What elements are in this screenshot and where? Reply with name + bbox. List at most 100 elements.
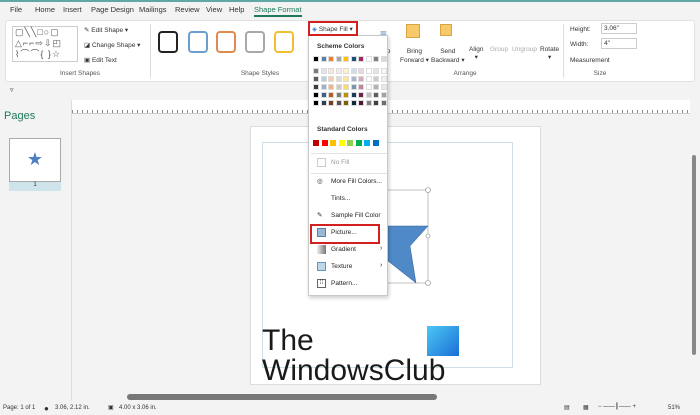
color-swatch[interactable] — [335, 84, 342, 90]
horizontal-scroll-thumb[interactable] — [127, 394, 437, 400]
color-swatch[interactable] — [380, 56, 387, 62]
zoom-slider[interactable]: − ——┃—— + — [598, 403, 636, 410]
color-swatch[interactable] — [328, 100, 334, 106]
standard-color-swatch[interactable] — [321, 140, 328, 146]
color-swatch[interactable] — [343, 76, 349, 82]
width-input[interactable]: 4" — [601, 38, 637, 49]
standard-color-swatch[interactable] — [355, 140, 362, 146]
single-page-view-icon[interactable]: ▤ — [564, 404, 570, 411]
standard-color-swatch[interactable] — [347, 140, 353, 146]
color-swatch[interactable] — [313, 84, 319, 90]
color-swatch[interactable] — [350, 56, 357, 62]
standard-color-swatch[interactable] — [364, 140, 370, 146]
page-indicator[interactable]: Page: 1 of 1 — [3, 405, 35, 411]
color-swatch[interactable] — [365, 56, 372, 62]
tab-shape-format[interactable]: Shape Format — [254, 5, 302, 17]
vertical-scroll-thumb[interactable] — [692, 155, 696, 355]
color-swatch[interactable] — [380, 92, 387, 98]
color-swatch[interactable] — [365, 68, 372, 74]
color-swatch[interactable] — [373, 68, 379, 74]
color-swatch[interactable] — [358, 76, 364, 82]
height-input[interactable]: 3.06" — [601, 23, 637, 34]
color-swatch[interactable] — [320, 84, 327, 90]
shape-style-4[interactable] — [245, 31, 265, 53]
color-swatch[interactable] — [320, 68, 327, 74]
color-swatch[interactable] — [335, 92, 342, 98]
page-thumbnail[interactable]: ★ — [9, 138, 61, 182]
shape-style-5[interactable] — [274, 31, 294, 53]
color-swatch[interactable] — [343, 100, 349, 106]
color-swatch[interactable] — [320, 56, 327, 62]
color-swatch[interactable] — [313, 92, 319, 98]
color-swatch[interactable] — [343, 84, 349, 90]
tab-review[interactable]: Review — [175, 5, 200, 14]
tab-home[interactable]: Home — [35, 5, 55, 14]
tab-file[interactable]: File — [10, 5, 22, 14]
standard-color-swatch[interactable] — [330, 140, 336, 146]
color-swatch[interactable] — [320, 100, 327, 106]
color-swatch[interactable] — [313, 68, 319, 74]
color-swatch[interactable] — [328, 92, 334, 98]
color-swatch[interactable] — [365, 84, 372, 90]
edit-text-button[interactable]: ▣ Edit Text — [84, 56, 117, 64]
color-swatch[interactable] — [335, 56, 342, 62]
edit-shape-button[interactable]: ✎ Edit Shape ▾ — [84, 26, 128, 34]
tab-view[interactable]: View — [206, 5, 222, 14]
shape-style-1[interactable] — [158, 31, 178, 53]
menu-item-pattern[interactable]: ⁞⁞ Pattern... — [317, 279, 357, 288]
color-swatch[interactable] — [350, 76, 357, 82]
menu-item-tints[interactable]: Tints... — [317, 194, 350, 203]
standard-color-swatch[interactable] — [313, 140, 319, 146]
color-swatch[interactable] — [380, 84, 387, 90]
ungroup-button[interactable]: Ungroup — [512, 46, 537, 53]
quick-access-toggle[interactable]: ▿ — [10, 86, 14, 94]
color-swatch[interactable] — [335, 68, 342, 74]
color-swatch[interactable] — [373, 100, 379, 106]
color-swatch[interactable] — [328, 68, 334, 74]
rotate-button[interactable]: Rotate ▾ — [540, 46, 559, 61]
change-shape-button[interactable]: ◪ Change Shape ▾ — [84, 41, 140, 49]
color-swatch[interactable] — [373, 92, 379, 98]
two-page-view-icon[interactable]: ▦ — [583, 404, 589, 411]
color-swatch[interactable] — [320, 76, 327, 82]
color-swatch[interactable] — [358, 68, 364, 74]
color-swatch[interactable] — [358, 92, 364, 98]
color-swatch[interactable] — [380, 76, 387, 82]
tab-insert[interactable]: Insert — [63, 5, 82, 14]
color-swatch[interactable] — [343, 68, 349, 74]
color-swatch[interactable] — [328, 56, 334, 62]
shape-style-3[interactable] — [216, 31, 236, 53]
tab-help[interactable]: Help — [229, 5, 244, 14]
color-swatch[interactable] — [365, 92, 372, 98]
color-swatch[interactable] — [358, 84, 364, 90]
color-swatch[interactable] — [373, 84, 379, 90]
vertical-scrollbar[interactable] — [690, 115, 698, 395]
color-swatch[interactable] — [343, 92, 349, 98]
color-swatch[interactable] — [373, 56, 379, 62]
menu-item-no-fill[interactable]: No Fill — [317, 158, 349, 167]
color-swatch[interactable] — [320, 92, 327, 98]
menu-item-more-fill-colors[interactable]: ◎ More Fill Colors... — [317, 177, 382, 186]
menu-item-texture[interactable]: Texture — [317, 262, 352, 271]
tab-mailings[interactable]: Mailings — [139, 5, 167, 14]
shapes-gallery[interactable]: ▢╲╲□○▢ △⌐⌐⇨⇩◰ ⌇⌒⌒{ }☆ — [12, 26, 78, 62]
color-swatch[interactable] — [328, 84, 334, 90]
horizontal-scrollbar[interactable] — [72, 394, 690, 400]
color-swatch[interactable] — [380, 100, 387, 106]
color-swatch[interactable] — [373, 76, 379, 82]
color-swatch[interactable] — [350, 92, 357, 98]
color-swatch[interactable] — [343, 56, 349, 62]
send-backward-button[interactable]: Send Backward ▾ — [431, 47, 465, 65]
color-swatch[interactable] — [313, 100, 319, 106]
color-swatch[interactable] — [328, 76, 334, 82]
standard-color-swatch[interactable] — [338, 140, 345, 146]
color-swatch[interactable] — [365, 76, 372, 82]
color-swatch[interactable] — [358, 100, 364, 106]
color-swatch[interactable] — [350, 68, 357, 74]
color-swatch[interactable] — [313, 76, 319, 82]
shape-style-2[interactable] — [188, 31, 208, 53]
bring-forward-button[interactable]: Bring Forward ▾ — [400, 47, 429, 65]
zoom-level[interactable]: 51% — [668, 405, 680, 411]
measurement-button[interactable]: Measurement — [570, 57, 610, 64]
color-swatch[interactable] — [335, 100, 342, 106]
